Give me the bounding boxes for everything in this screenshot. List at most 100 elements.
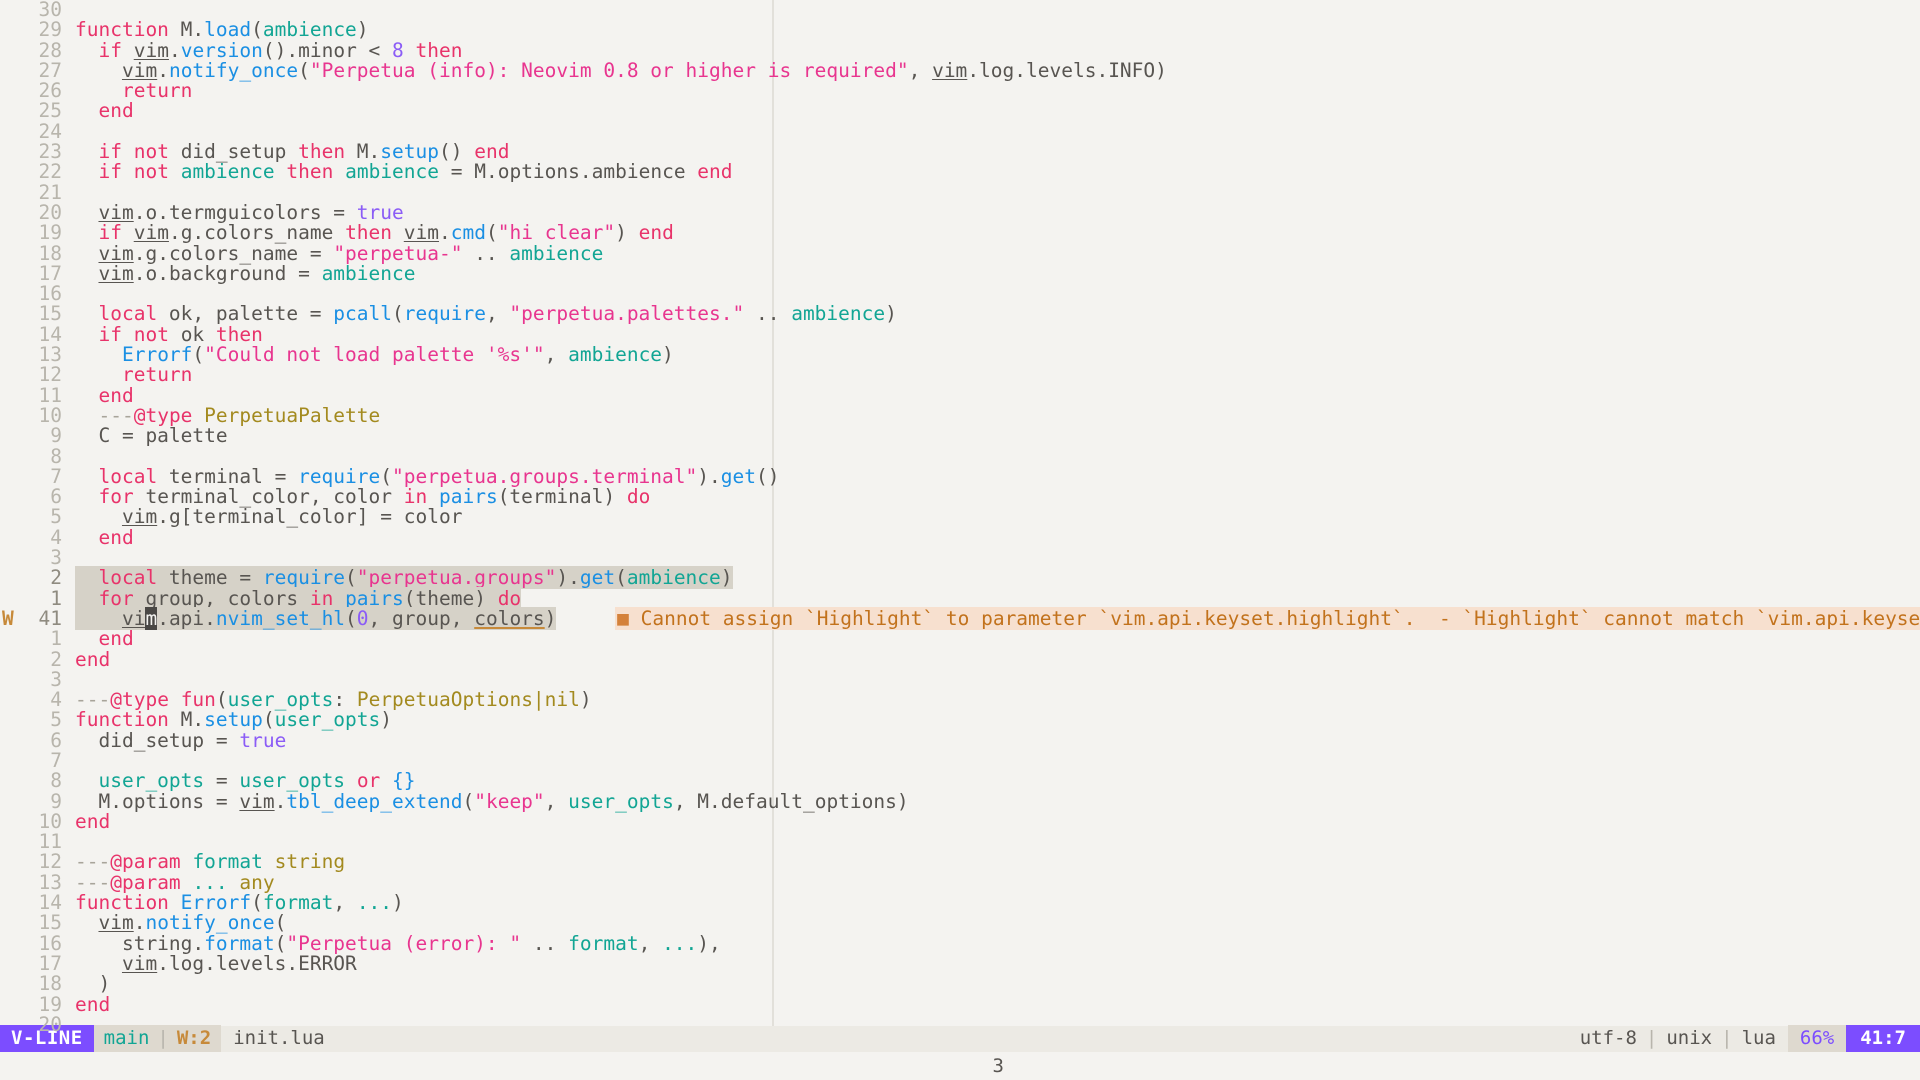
line-number: 20 <box>38 1012 62 1036</box>
code-line[interactable]: 11 end <box>0 383 1920 407</box>
line-number: 19 <box>38 221 62 245</box>
line-number: 21 <box>24 1034 62 1036</box>
code-line[interactable]: 10 end <box>0 811 1920 832</box>
code-line[interactable]: 9 C = palette <box>0 425 1920 446</box>
line-content: M.options = vim.tbl_deep_extend("keep", … <box>75 789 909 813</box>
neovim-window: 30 29 function M.load(ambience) 28 if vim… <box>0 0 1920 1080</box>
code-line[interactable]: 14 function Errorf(format, ...) <box>0 891 1920 915</box>
line-number: 3 <box>50 546 62 570</box>
code-line[interactable]: 11 <box>0 831 1920 852</box>
line-number: 11 <box>38 383 62 407</box>
code-line[interactable]: 12 return <box>0 363 1920 387</box>
line-number: 16 <box>38 931 62 955</box>
line-content: local terminal = require("perpetua.group… <box>98 464 780 488</box>
code-line-selected[interactable]: 2 local theme = require("perpetua.groups… <box>0 566 1920 590</box>
code-line[interactable]: 13 ---@param ... any <box>0 870 1920 894</box>
code-line[interactable]: 26 return <box>0 79 1920 103</box>
line-content: ---@type fun(user_opts: PerpetuaOptions|… <box>75 688 592 712</box>
code-line[interactable]: 24 <box>0 121 1920 142</box>
code-line[interactable]: 3 <box>0 546 1920 570</box>
code-line[interactable]: 20 <box>0 1012 1920 1036</box>
code-line[interactable]: 19 if vim.g.colors_name then vim.cmd("hi… <box>0 221 1920 245</box>
code-line[interactable]: 6 for terminal_color, color in pairs(ter… <box>0 486 1920 507</box>
line-number: 1 <box>50 627 62 651</box>
line-number: 28 <box>38 38 62 62</box>
code-line[interactable]: 22 if not ambience then ambience = M.opt… <box>0 160 1920 184</box>
code-line[interactable]: 21 return M <box>0 1034 1920 1036</box>
code-line[interactable]: 19 end <box>0 992 1920 1016</box>
code-line[interactable]: 8 <box>0 446 1920 467</box>
code-line[interactable]: 1 end <box>0 627 1920 651</box>
code-line[interactable]: 15 vim.notify_once( <box>0 911 1920 935</box>
code-line[interactable]: 21 <box>0 182 1920 203</box>
line-number: 7 <box>50 464 62 488</box>
line-number: 30 <box>38 0 62 21</box>
code-line[interactable]: 16 <box>0 283 1920 304</box>
line-content: did_setup = true <box>75 728 287 752</box>
line-content: vim.notify_once("Perpetua (info): Neovim… <box>121 58 1167 82</box>
code-line[interactable]: 2 end <box>0 649 1920 670</box>
line-content: return M <box>75 1034 169 1036</box>
code-line[interactable]: 3 <box>0 669 1920 690</box>
line-number: 14 <box>38 891 62 915</box>
line-content: vim.g.colors_name = "perpetua-" .. ambie… <box>98 241 604 265</box>
code-line[interactable]: 10 ---@type PerpetuaPalette <box>0 405 1920 426</box>
line-content: for group, colors in pairs(theme) do <box>75 586 522 610</box>
code-line[interactable]: 15 local ok, palette = pcall(require, "p… <box>0 304 1920 325</box>
code-buffer[interactable]: 30 29 function M.load(ambience) 28 if vim… <box>0 0 1920 1036</box>
line-number: 9 <box>50 789 62 813</box>
code-line[interactable]: 7 local terminal = require("perpetua.gro… <box>0 464 1920 488</box>
code-line[interactable]: 14 if not ok then <box>0 322 1920 346</box>
visual-selection-count: 3 <box>992 1054 1004 1077</box>
code-line[interactable]: 4 end <box>0 527 1920 548</box>
line-content: vim.log.levels.ERROR <box>121 951 357 975</box>
block-cursor: m <box>145 606 158 630</box>
line-content: vim.o.termguicolors = true <box>98 200 404 224</box>
code-line[interactable]: 25 end <box>0 99 1920 123</box>
code-line[interactable]: 29 function M.load(ambience) <box>0 19 1920 40</box>
code-line[interactable]: 27 vim.notify_once("Perpetua (info): Neo… <box>0 58 1920 82</box>
line-number: 23 <box>38 140 62 164</box>
line-number: 17 <box>38 261 62 285</box>
code-line[interactable]: 9 M.options = vim.tbl_deep_extend("keep"… <box>0 789 1920 813</box>
code-line[interactable]: 17 vim.log.levels.ERROR <box>0 951 1920 975</box>
code-line[interactable]: 6 did_setup = true <box>0 728 1920 752</box>
line-number: 26 <box>38 79 62 103</box>
code-line[interactable]: 28 if vim.version().minor < 8 then <box>0 38 1920 62</box>
code-line[interactable]: 4 ---@type fun(user_opts: PerpetuaOptions… <box>0 688 1920 712</box>
line-content: if not ambience then ambience = M.option… <box>98 160 733 184</box>
line-content: vim.api.nvim_set_hl(0, group, colors) ■ … <box>75 606 1920 630</box>
line-number: 14 <box>38 322 62 346</box>
line-number-current: 41 <box>38 606 62 630</box>
command-line[interactable]: 3 <box>0 1052 1920 1080</box>
line-content: function Errorf(format, ...) <box>75 891 404 915</box>
line-content: ) <box>75 972 111 996</box>
code-line[interactable]: 5 function M.setup(user_opts) <box>0 710 1920 731</box>
line-content: end <box>75 992 111 1016</box>
line-number: 12 <box>38 363 62 387</box>
diagnostic-virtual-text: ■ Cannot assign `Highlight` to parameter… <box>615 606 1920 630</box>
line-number: 7 <box>50 748 62 772</box>
code-line[interactable]: 17 vim.o.background = ambience <box>0 261 1920 285</box>
line-content: vim.o.background = ambience <box>98 261 416 285</box>
code-line[interactable]: 7 <box>0 748 1920 772</box>
code-line[interactable]: 30 <box>0 0 1920 20</box>
line-content: ---@param ... any <box>75 870 275 894</box>
line-content: vim.notify_once( <box>98 911 287 935</box>
line-content: end <box>98 627 134 651</box>
code-line-selected[interactable]: 1 for group, colors in pairs(theme) do <box>0 586 1920 610</box>
code-line[interactable]: 18 vim.g.colors_name = "perpetua-" .. am… <box>0 241 1920 265</box>
code-line[interactable]: 12 ---@param format string <box>0 850 1920 874</box>
code-line[interactable]: 13 Errorf("Could not load palette '%s'",… <box>0 344 1920 365</box>
line-number: 12 <box>38 850 62 874</box>
code-line[interactable]: 16 string.format("Perpetua (error): " ..… <box>0 931 1920 955</box>
line-content: end <box>98 99 134 123</box>
warning-sign-icon: W <box>2 606 14 630</box>
line-content: user_opts = user_opts or {} <box>98 769 416 793</box>
code-line[interactable]: 20 vim.o.termguicolors = true <box>0 200 1920 224</box>
code-line[interactable]: 23 if not did_setup then M.setup() end <box>0 140 1920 164</box>
code-line[interactable]: 5 vim.g[terminal_color] = color <box>0 507 1920 528</box>
code-line[interactable]: 18 ) <box>0 972 1920 996</box>
code-line[interactable]: 8 user_opts = user_opts or {} <box>0 769 1920 793</box>
code-line-cursor[interactable]: W 41 vim.api.nvim_set_hl(0, group, colors… <box>0 606 1920 630</box>
